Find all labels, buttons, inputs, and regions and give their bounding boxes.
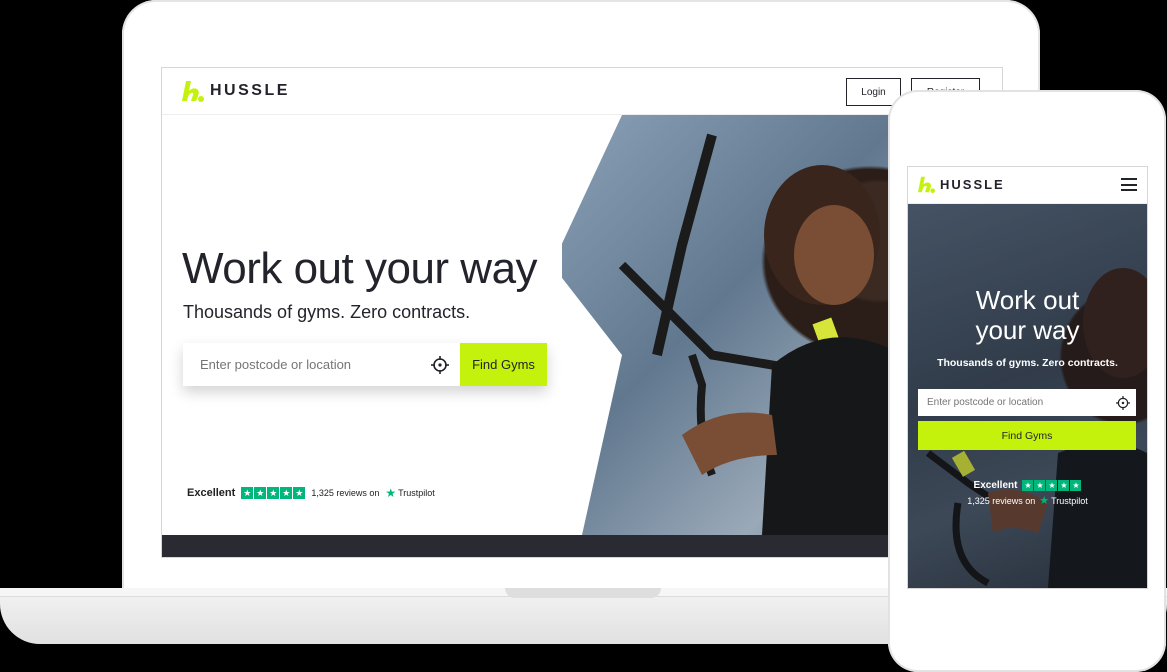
star-icon: ★	[1070, 480, 1082, 491]
logo-text: HUSSLE	[210, 82, 290, 99]
star-icon: ★	[293, 487, 306, 499]
star-icon: ★	[254, 487, 267, 499]
search-bar: Find Gyms	[183, 343, 547, 386]
mobile-hero-title-line2: your way	[975, 315, 1080, 345]
hero-subtitle: Thousands of gyms. Zero contracts.	[183, 302, 471, 322]
crosshair-icon[interactable]	[1110, 395, 1136, 410]
trustpilot-reviews-count: 1,325 reviews on	[311, 488, 380, 498]
mobile-find-gyms-button[interactable]: Find Gyms	[918, 421, 1136, 450]
hussle-logo-icon	[918, 176, 935, 193]
trustpilot-rating-label: Excellent	[973, 480, 1018, 491]
mobile-hero-title: Work out your way	[908, 285, 1147, 345]
trustpilot-widget[interactable]: Excellent ★ ★ ★ ★ ★ 1,325 reviews on ★ T…	[187, 486, 435, 500]
laptop-screen: HUSSLE Login Register Work out your way …	[161, 67, 1003, 558]
trustpilot-brand: Trustpilot	[398, 488, 435, 498]
location-search-input[interactable]	[183, 343, 420, 386]
logo-text: HUSSLE	[940, 177, 1005, 192]
hussle-logo-icon	[182, 81, 204, 102]
hero-bottom-bar	[162, 535, 1002, 557]
trustpilot-reviews-count: 1,325 reviews on	[967, 495, 1036, 506]
trustpilot-stars: ★ ★ ★ ★ ★	[241, 487, 306, 499]
star-icon: ★	[267, 487, 280, 499]
trustpilot-brand: Trustpilot	[1051, 495, 1088, 506]
trustpilot-logo: ★ Trustpilot	[1039, 494, 1088, 507]
mobile-search-bar	[918, 389, 1136, 416]
trustpilot-logo: ★ Trustpilot	[385, 486, 434, 500]
hamburger-icon[interactable]	[1121, 178, 1137, 191]
star-icon: ★	[1022, 480, 1034, 491]
star-icon: ★	[280, 487, 293, 499]
mobile-hero-title-line1: Work out	[975, 285, 1080, 315]
mobile-site-header: HUSSLE	[908, 167, 1147, 204]
star-icon: ★	[1034, 480, 1046, 491]
star-icon: ★	[241, 487, 254, 499]
trustpilot-star-icon: ★	[1039, 495, 1050, 507]
laptop-notch	[505, 588, 661, 598]
hero-title: Work out your way	[182, 244, 538, 293]
mobile-hero-subtitle: Thousands of gyms. Zero contracts.	[937, 357, 1118, 369]
site-header: HUSSLE Login Register	[162, 68, 1002, 115]
mobile-trustpilot-widget[interactable]: Excellent ★ ★ ★ ★ ★ 1,325 reviews on ★ T…	[908, 480, 1147, 507]
mobile-hussle-logo[interactable]: HUSSLE	[918, 175, 1005, 194]
phone-screen: HUSSLE Work out your way Thousands of gy…	[907, 166, 1148, 589]
crosshair-icon[interactable]	[420, 343, 460, 386]
star-icon: ★	[1058, 480, 1070, 491]
star-icon: ★	[1046, 480, 1058, 491]
find-gyms-button[interactable]: Find Gyms	[460, 343, 547, 386]
trustpilot-stars: ★ ★ ★ ★ ★	[1022, 480, 1082, 491]
trustpilot-rating-label: Excellent	[187, 487, 236, 499]
mobile-location-search-input[interactable]	[918, 396, 1110, 409]
hussle-logo[interactable]: HUSSLE	[182, 79, 290, 103]
trustpilot-star-icon: ★	[385, 486, 397, 500]
